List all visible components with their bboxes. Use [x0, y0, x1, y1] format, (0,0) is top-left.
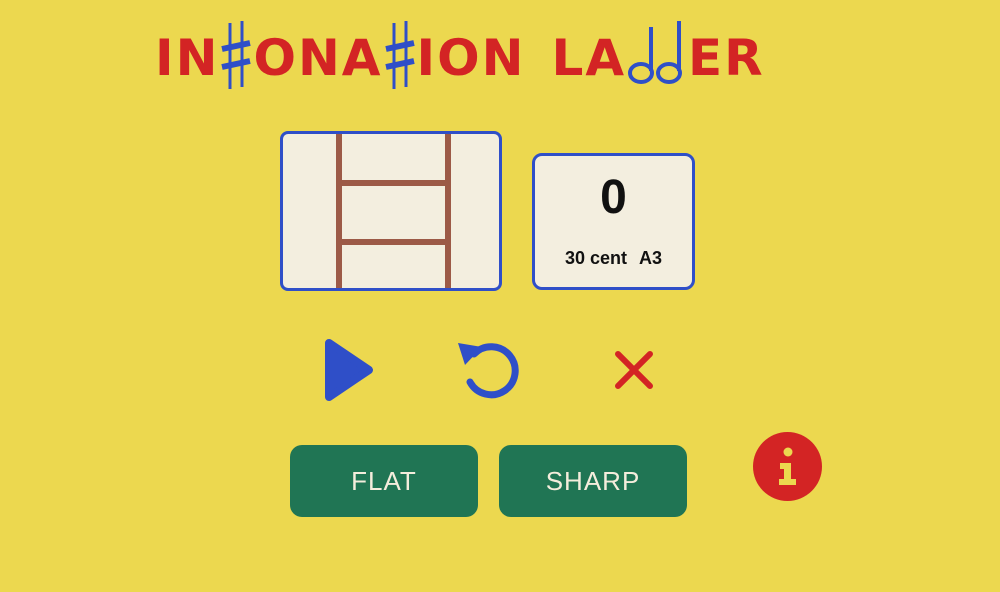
flat-button[interactable]: FLAT: [290, 445, 478, 517]
score-value: 0: [600, 171, 627, 224]
title-segment: ER: [688, 29, 765, 87]
play-icon: [325, 339, 373, 401]
sharp-button[interactable]: SHARP: [499, 445, 687, 517]
score-details: 30 cent A3: [535, 248, 692, 269]
score-panel: 0 30 cent A3: [532, 153, 695, 290]
game-title: IN ONA ION LA ER: [155, 18, 765, 98]
info-icon: [779, 447, 796, 485]
info-button[interactable]: [753, 432, 822, 501]
play-button[interactable]: [312, 335, 382, 405]
close-button[interactable]: [599, 335, 669, 405]
sharp-icon: [219, 19, 253, 97]
restart-icon: [458, 343, 519, 399]
ladder-icon: [336, 134, 451, 288]
title-segment: ONA: [253, 29, 383, 87]
sharp-icon: [383, 19, 417, 97]
note-label: A3: [639, 248, 663, 268]
close-icon: [615, 351, 653, 389]
title-segment: IN: [155, 29, 220, 87]
music-note-icon: [626, 19, 688, 97]
title-segment: ION: [416, 29, 526, 87]
ladder-display: [280, 131, 502, 291]
cents-label: 30 cent: [564, 248, 628, 268]
title-segment: LA: [551, 29, 627, 87]
restart-button[interactable]: [455, 335, 525, 405]
